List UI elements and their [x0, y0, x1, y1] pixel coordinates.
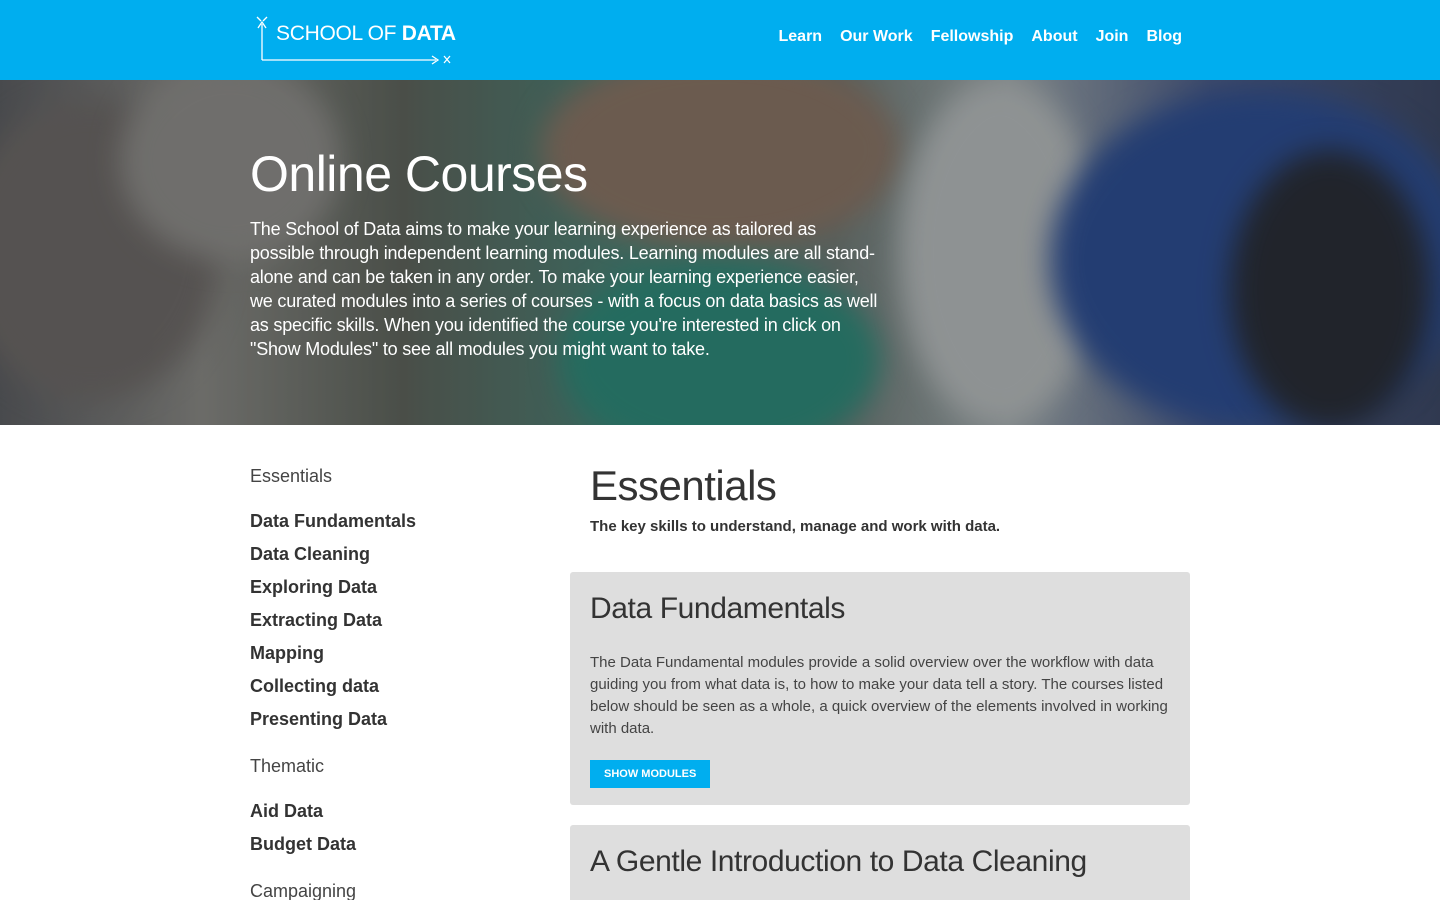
nav-fellowship[interactable]: Fellowship: [931, 28, 1014, 46]
course-card-title: Data Fundamentals: [590, 592, 846, 625]
logo-text-school-of: SCHOOL OF: [276, 22, 397, 45]
sidebar-item-data-cleaning[interactable]: Data Cleaning: [250, 538, 550, 571]
top-navigation-bar: SCHOOL OF DATA Learn Our Work Fellowship…: [0, 0, 1440, 80]
sidebar-category-title: Campaigning: [250, 881, 357, 900]
sidebar-category-title: Essentials: [250, 466, 333, 486]
main-nav: Learn Our Work Fellowship About Join Blo…: [779, 28, 1183, 46]
sidebar-item-aid-data[interactable]: Aid Data: [250, 795, 550, 828]
nav-learn[interactable]: Learn: [779, 28, 823, 46]
nav-about[interactable]: About: [1031, 28, 1077, 46]
sidebar-group-essentials: Essentials Data Fundamentals Data Cleani…: [250, 466, 550, 736]
sidebar-category-title: Thematic: [250, 756, 325, 776]
course-card-data-cleaning: A Gentle Introduction to Data Cleaning: [570, 825, 1190, 900]
sidebar-item-extracting-data[interactable]: Extracting Data: [250, 604, 550, 637]
section-title: Essentials: [590, 462, 777, 509]
sidebar-item-exploring-data[interactable]: Exploring Data: [250, 571, 550, 604]
course-card-data-fundamentals: Data Fundamentals The Data Fundamental m…: [570, 572, 1190, 805]
sidebar-group-campaigning: Campaigning: [250, 881, 550, 900]
course-card-title: A Gentle Introduction to Data Cleaning: [590, 845, 1087, 878]
sidebar-item-budget-data[interactable]: Budget Data: [250, 828, 550, 861]
school-of-data-logo[interactable]: SCHOOL OF DATA: [256, 16, 456, 66]
sidebar-item-collecting-data[interactable]: Collecting data: [250, 670, 550, 703]
nav-blog[interactable]: Blog: [1146, 28, 1182, 46]
nav-join[interactable]: Join: [1096, 28, 1129, 46]
page-title: Online Courses: [250, 146, 588, 202]
hero-banner: Online Courses The School of Data aims t…: [0, 80, 1440, 425]
nav-our-work[interactable]: Our Work: [840, 28, 913, 46]
logo-text-data: DATA: [401, 22, 456, 45]
sidebar-item-mapping[interactable]: Mapping: [250, 637, 550, 670]
course-card-description: The Data Fundamental modules provide a s…: [590, 654, 1168, 737]
section-lead: The key skills to understand, manage and…: [590, 518, 1001, 535]
sidebar-group-thematic: Thematic Aid Data Budget Data: [250, 756, 550, 861]
main-content: Essentials The key skills to understand,…: [570, 462, 1190, 535]
course-sidebar: Essentials Data Fundamentals Data Cleani…: [250, 466, 550, 900]
sidebar-item-presenting-data[interactable]: Presenting Data: [250, 703, 550, 736]
sidebar-item-data-fundamentals[interactable]: Data Fundamentals: [250, 505, 550, 538]
logo-text: SCHOOL OF DATA: [276, 22, 456, 46]
show-modules-button[interactable]: SHOW MODULES: [590, 760, 711, 788]
hero-description: The School of Data aims to make your lea…: [250, 219, 878, 359]
